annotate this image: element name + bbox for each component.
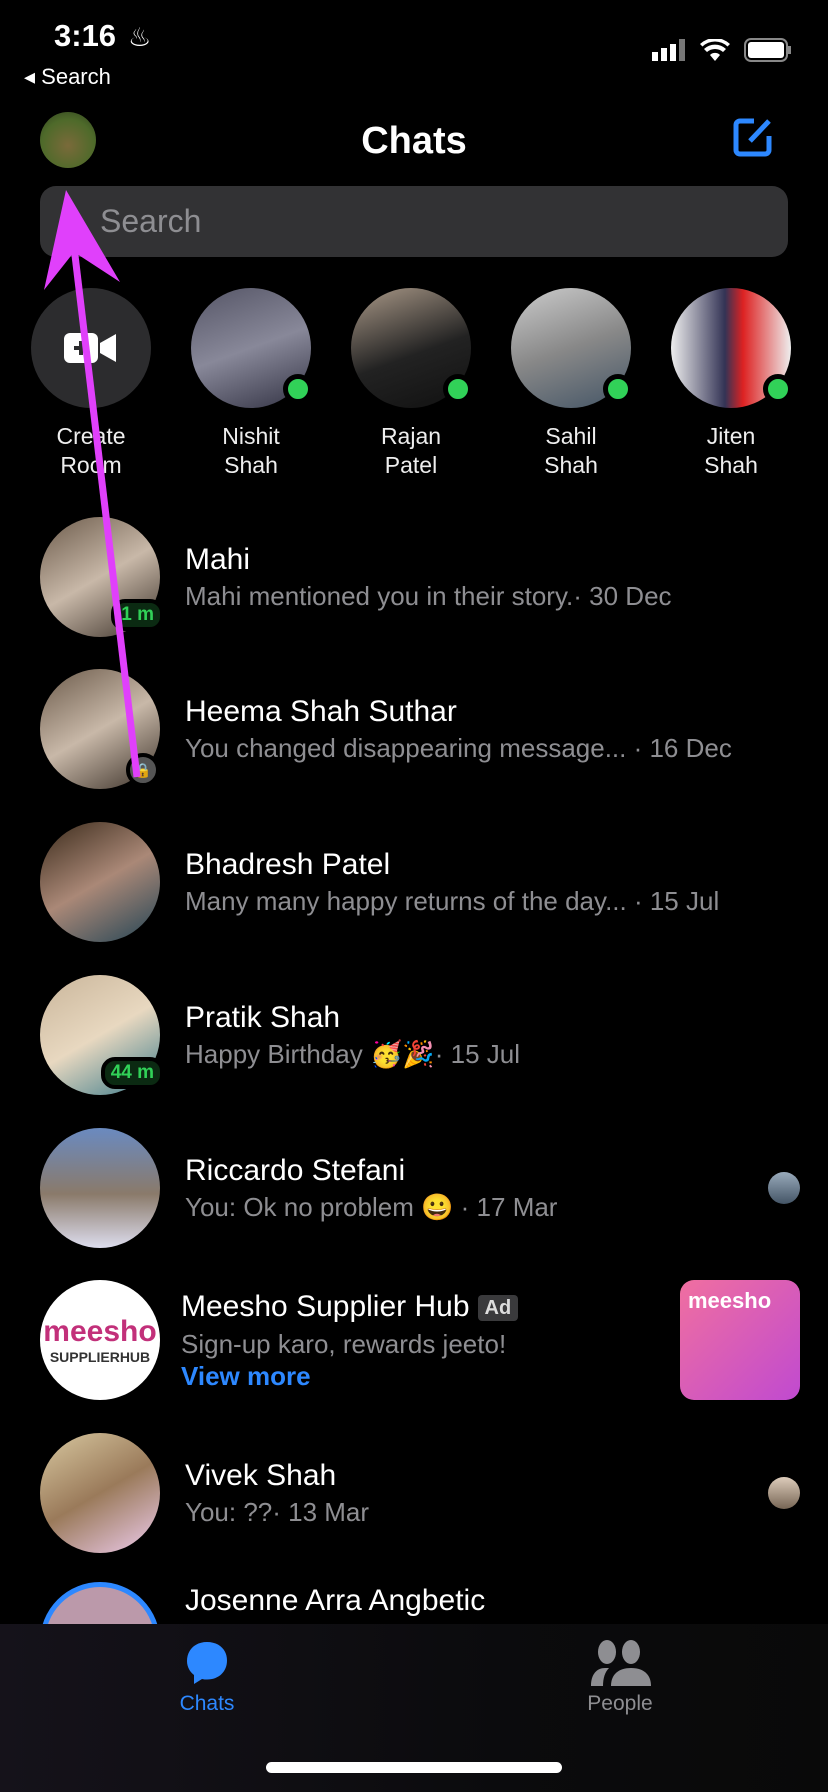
chat-avatar	[40, 822, 160, 942]
story-item[interactable]: Rajan Patel	[351, 288, 473, 480]
online-indicator	[283, 374, 313, 404]
search-placeholder: Search	[100, 203, 202, 239]
chat-row[interactable]: 44 m Pratik Shah Happy Birthday 🥳🎉· 15 Jul	[40, 975, 800, 1095]
story-item[interactable]: Jiten Shah	[671, 288, 793, 480]
online-indicator	[603, 374, 633, 404]
back-label: Search	[41, 64, 111, 89]
page-title: Chats	[361, 120, 467, 162]
chat-preview: Many many happy returns of the day... · …	[185, 886, 720, 916]
create-room-button[interactable]	[31, 288, 151, 408]
chat-row[interactable]: Vivek Shah You: ??· 13 Mar	[40, 1433, 800, 1553]
chat-row[interactable]: Bhadresh Patel Many many happy returns of…	[40, 822, 800, 942]
chat-preview: You changed disappearing message... · 16…	[185, 733, 732, 763]
compose-icon[interactable]	[732, 116, 774, 158]
story-name: Create	[56, 423, 126, 449]
tab-chats[interactable]: Chats	[167, 1640, 247, 1716]
story-name: Nishit	[222, 423, 280, 449]
active-time-badge: 44 m	[100, 1057, 164, 1089]
logo-text: meesho	[43, 1315, 157, 1348]
story-avatar[interactable]	[511, 288, 633, 408]
chat-name: Vivek Shah	[185, 1459, 337, 1492]
tab-label: Chats	[179, 1692, 235, 1715]
status-icons	[652, 38, 792, 62]
chat-name: Pratik Shah	[185, 1001, 341, 1034]
lock-icon: 🔒	[126, 753, 160, 787]
signal-icon	[652, 39, 685, 61]
ad-thumbnail[interactable]: meesho	[680, 1280, 800, 1400]
chat-preview: You: ??· 13 Mar	[185, 1497, 370, 1527]
ad-badge: Ad	[477, 1295, 519, 1322]
status-time: 3:16	[54, 18, 117, 53]
story-name: Room	[60, 452, 122, 478]
video-camera-icon	[64, 333, 116, 363]
story-avatar[interactable]	[191, 288, 313, 408]
story-item[interactable]: Nishit Shah	[191, 288, 313, 480]
story-avatar[interactable]	[671, 288, 793, 408]
search-icon	[61, 210, 86, 234]
chat-row[interactable]: 🔒 Heema Shah Suthar You changed disappeari…	[40, 669, 800, 789]
chat-preview: Mahi mentioned you in their story.· 30 D…	[185, 581, 672, 611]
tab-people[interactable]: People	[575, 1640, 665, 1716]
story-name: Sahil	[545, 423, 597, 449]
story-name: Jiten	[706, 423, 756, 449]
chat-bubble-icon	[187, 1642, 227, 1684]
chat-name: Riccardo Stefani	[185, 1154, 406, 1187]
people-icon	[591, 1640, 651, 1686]
seen-avatar	[768, 1172, 800, 1204]
battery-icon	[744, 38, 791, 62]
logo-subtext: SUPPLIERHUB	[49, 1349, 151, 1365]
seen-avatar	[768, 1477, 800, 1509]
chat-row[interactable]: Riccardo Stefani You: Ok no problem 😀 · 1…	[40, 1128, 800, 1248]
story-name: Patel	[384, 452, 438, 478]
story-avatar[interactable]	[351, 288, 473, 408]
story-name: Shah	[704, 452, 758, 478]
online-indicator	[763, 374, 793, 404]
chat-avatar	[40, 1128, 160, 1248]
tab-label: People	[587, 1692, 653, 1715]
back-to-search[interactable]: ◂ Search	[24, 64, 111, 90]
chat-avatar: 1 m	[40, 517, 164, 637]
hotspot-icon: ♨	[128, 22, 152, 52]
chat-row-ad[interactable]: meesho SUPPLIERHUB Meesho Supplier Hub Ad S…	[40, 1280, 800, 1400]
search-input[interactable]: Search	[40, 186, 788, 257]
chat-preview: Sign-up karo, rewards jeeto!	[181, 1329, 507, 1360]
wifi-icon	[700, 39, 730, 61]
story-name: Rajan	[380, 423, 442, 449]
chat-avatar: 🔒	[40, 669, 160, 789]
chat-row[interactable]: 1 m Mahi Mahi mentioned you in their story…	[40, 517, 800, 637]
story-item[interactable]: Sahil Shah	[511, 288, 633, 480]
home-indicator[interactable]	[266, 1762, 562, 1773]
chat-name: Josenne Arra Angbetic	[185, 1584, 486, 1617]
chat-name: Heema Shah Suthar	[185, 695, 457, 728]
chat-preview: Happy Birthday 🥳🎉· 15 Jul	[185, 1039, 520, 1069]
online-indicator	[443, 374, 473, 404]
view-more-link[interactable]: View more	[181, 1361, 680, 1392]
chat-name: Mahi	[185, 543, 251, 576]
chat-name: Bhadresh Patel	[185, 848, 391, 881]
active-time-badge: 1 m	[111, 599, 164, 631]
story-name: Shah	[544, 452, 598, 478]
chat-avatar	[40, 1433, 160, 1553]
meesho-logo: meesho SUPPLIERHUB	[40, 1280, 160, 1400]
chat-avatar: 44 m	[40, 975, 164, 1095]
story-name: Shah	[224, 452, 278, 478]
ad-thumb-text: meesho	[688, 1288, 772, 1313]
chat-preview: You: Ok no problem 😀 · 17 Mar	[185, 1192, 558, 1222]
story-create-room[interactable]: Create Room	[31, 288, 151, 480]
chat-name: Meesho Supplier Hub	[181, 1289, 470, 1323]
